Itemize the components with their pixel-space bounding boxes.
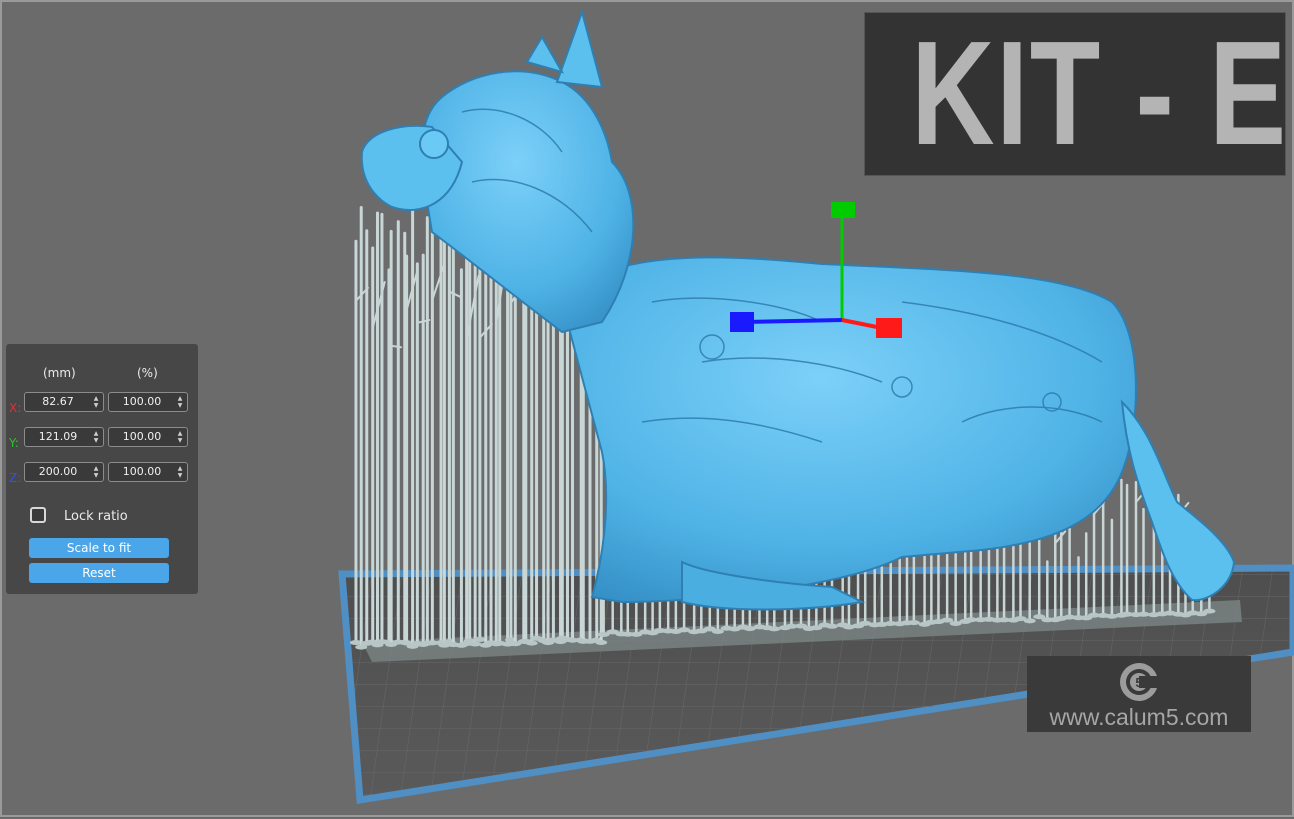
title-banner: KIT - E — [864, 12, 1286, 176]
axis-y-label: Y: — [9, 436, 19, 450]
z-percent-spinbox[interactable]: 100.00 ▲▼ — [108, 462, 188, 482]
y-mm-spinbox[interactable]: 121.09 ▲▼ — [24, 427, 104, 447]
z-percent-value: 100.00 — [123, 465, 162, 478]
y-percent-value: 100.00 — [123, 430, 162, 443]
spin-arrows-icon[interactable]: ▲▼ — [176, 395, 184, 409]
spin-arrows-icon[interactable]: ▲▼ — [92, 395, 100, 409]
axis-x-label: X: — [9, 401, 21, 415]
axis-z-label: Z: — [9, 471, 21, 485]
x-percent-value: 100.00 — [123, 395, 162, 408]
x-mm-spinbox[interactable]: 82.67 ▲▼ — [24, 392, 104, 412]
spin-arrows-icon[interactable]: ▲▼ — [176, 430, 184, 444]
svg-text:5: 5 — [1135, 675, 1142, 690]
banner-title: KIT - E — [911, 13, 1239, 175]
calum5-logo-icon: 5 — [1117, 660, 1161, 704]
x-mm-value: 82.67 — [42, 395, 74, 408]
z-mm-value: 200.00 — [39, 465, 78, 478]
scale-panel: (mm) (%) X: Y: Z: 82.67 ▲▼ 100.00 ▲▼ 121… — [6, 344, 198, 594]
reset-button[interactable]: Reset — [29, 563, 169, 583]
y-mm-value: 121.09 — [39, 430, 78, 443]
watermark: 5 www.calum5.com — [1027, 656, 1251, 732]
spin-arrows-icon[interactable]: ▲▼ — [92, 430, 100, 444]
lock-ratio-checkbox[interactable] — [30, 507, 46, 523]
3d-viewport[interactable]: KIT - E 5 www.calum5.com (mm) (%) X: Y: … — [0, 0, 1294, 817]
unit-percent-header: (%) — [137, 366, 158, 380]
spin-arrows-icon[interactable]: ▲▼ — [176, 465, 184, 479]
x-percent-spinbox[interactable]: 100.00 ▲▼ — [108, 392, 188, 412]
unit-mm-header: (mm) — [43, 366, 76, 380]
lock-ratio-label[interactable]: Lock ratio — [64, 509, 128, 524]
z-mm-spinbox[interactable]: 200.00 ▲▼ — [24, 462, 104, 482]
scale-to-fit-button[interactable]: Scale to fit — [29, 538, 169, 558]
watermark-url: www.calum5.com — [1027, 704, 1251, 731]
y-percent-spinbox[interactable]: 100.00 ▲▼ — [108, 427, 188, 447]
spin-arrows-icon[interactable]: ▲▼ — [92, 465, 100, 479]
